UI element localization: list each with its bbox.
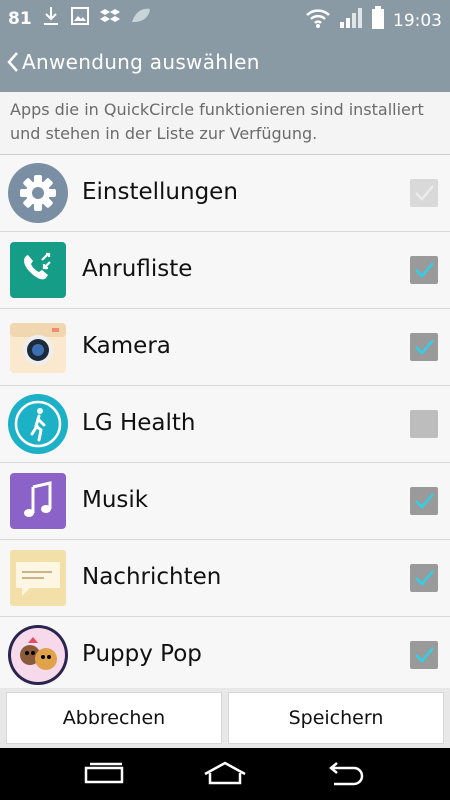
navigation-bar <box>0 748 450 800</box>
signal-icon <box>339 7 363 34</box>
image-icon <box>70 6 90 31</box>
app-row-einstellungen[interactable]: Einstellungen <box>0 155 450 232</box>
app-row-anrufliste[interactable]: Anrufliste <box>0 232 450 309</box>
dropbox-icon <box>99 6 120 31</box>
status-bar: 81 19:03 <box>0 0 450 36</box>
description-panel: Apps die in QuickCircle funktionieren si… <box>0 92 450 155</box>
app-label: Nachrichten <box>82 564 222 590</box>
app-label: LG Health <box>82 410 196 436</box>
app-row-puppy-pop[interactable]: Puppy Pop <box>0 617 450 694</box>
checkbox-kamera[interactable] <box>410 333 438 361</box>
app-row-musik[interactable]: Musik <box>0 463 450 540</box>
puppy-pop-icon <box>8 625 68 685</box>
checkbox-einstellungen[interactable] <box>410 179 438 207</box>
camera-icon <box>8 317 68 377</box>
app-row-lg-health[interactable]: LG Health <box>0 386 450 463</box>
leaf-icon <box>130 6 152 31</box>
checkbox-lg-health[interactable] <box>410 410 438 438</box>
battery-icon <box>371 6 385 35</box>
cancel-button[interactable]: Abbrechen <box>6 692 222 744</box>
save-button[interactable]: Speichern <box>228 692 444 744</box>
back-icon[interactable] <box>322 760 370 788</box>
settings-icon <box>8 163 68 223</box>
app-row-kamera[interactable]: Kamera <box>0 309 450 386</box>
app-label: Musik <box>82 487 149 513</box>
page-title: Anwendung auswählen <box>22 50 260 74</box>
music-icon <box>8 471 68 531</box>
checkbox-nachrichten[interactable] <box>410 564 438 592</box>
lg-health-icon <box>8 394 68 454</box>
checkbox-musik[interactable] <box>410 487 438 515</box>
action-bar: Abbrechen Speichern <box>0 688 450 748</box>
home-icon[interactable] <box>201 760 249 788</box>
app-bar: Anwendung auswählen <box>0 36 450 92</box>
download-icon <box>42 6 60 31</box>
messages-icon <box>8 548 68 608</box>
status-right: 19:03 <box>305 6 442 35</box>
app-label: Einstellungen <box>82 179 238 205</box>
clock-text: 19:03 <box>393 10 442 31</box>
battery-level-text: 81 <box>8 8 32 29</box>
app-label: Puppy Pop <box>82 641 202 667</box>
app-label: Kamera <box>82 333 171 359</box>
app-list: Einstellungen Anrufliste Kamera LG Healt… <box>0 155 450 694</box>
status-left: 81 <box>8 6 152 31</box>
app-row-nachrichten[interactable]: Nachrichten <box>0 540 450 617</box>
call-log-icon <box>8 240 68 300</box>
recent-apps-icon[interactable] <box>80 760 128 788</box>
checkbox-puppy-pop[interactable] <box>410 641 438 669</box>
wifi-icon <box>305 7 331 34</box>
app-label: Anrufliste <box>82 256 193 282</box>
description-text: Apps die in QuickCircle funktionieren si… <box>10 100 424 143</box>
checkbox-anrufliste[interactable] <box>410 256 438 284</box>
